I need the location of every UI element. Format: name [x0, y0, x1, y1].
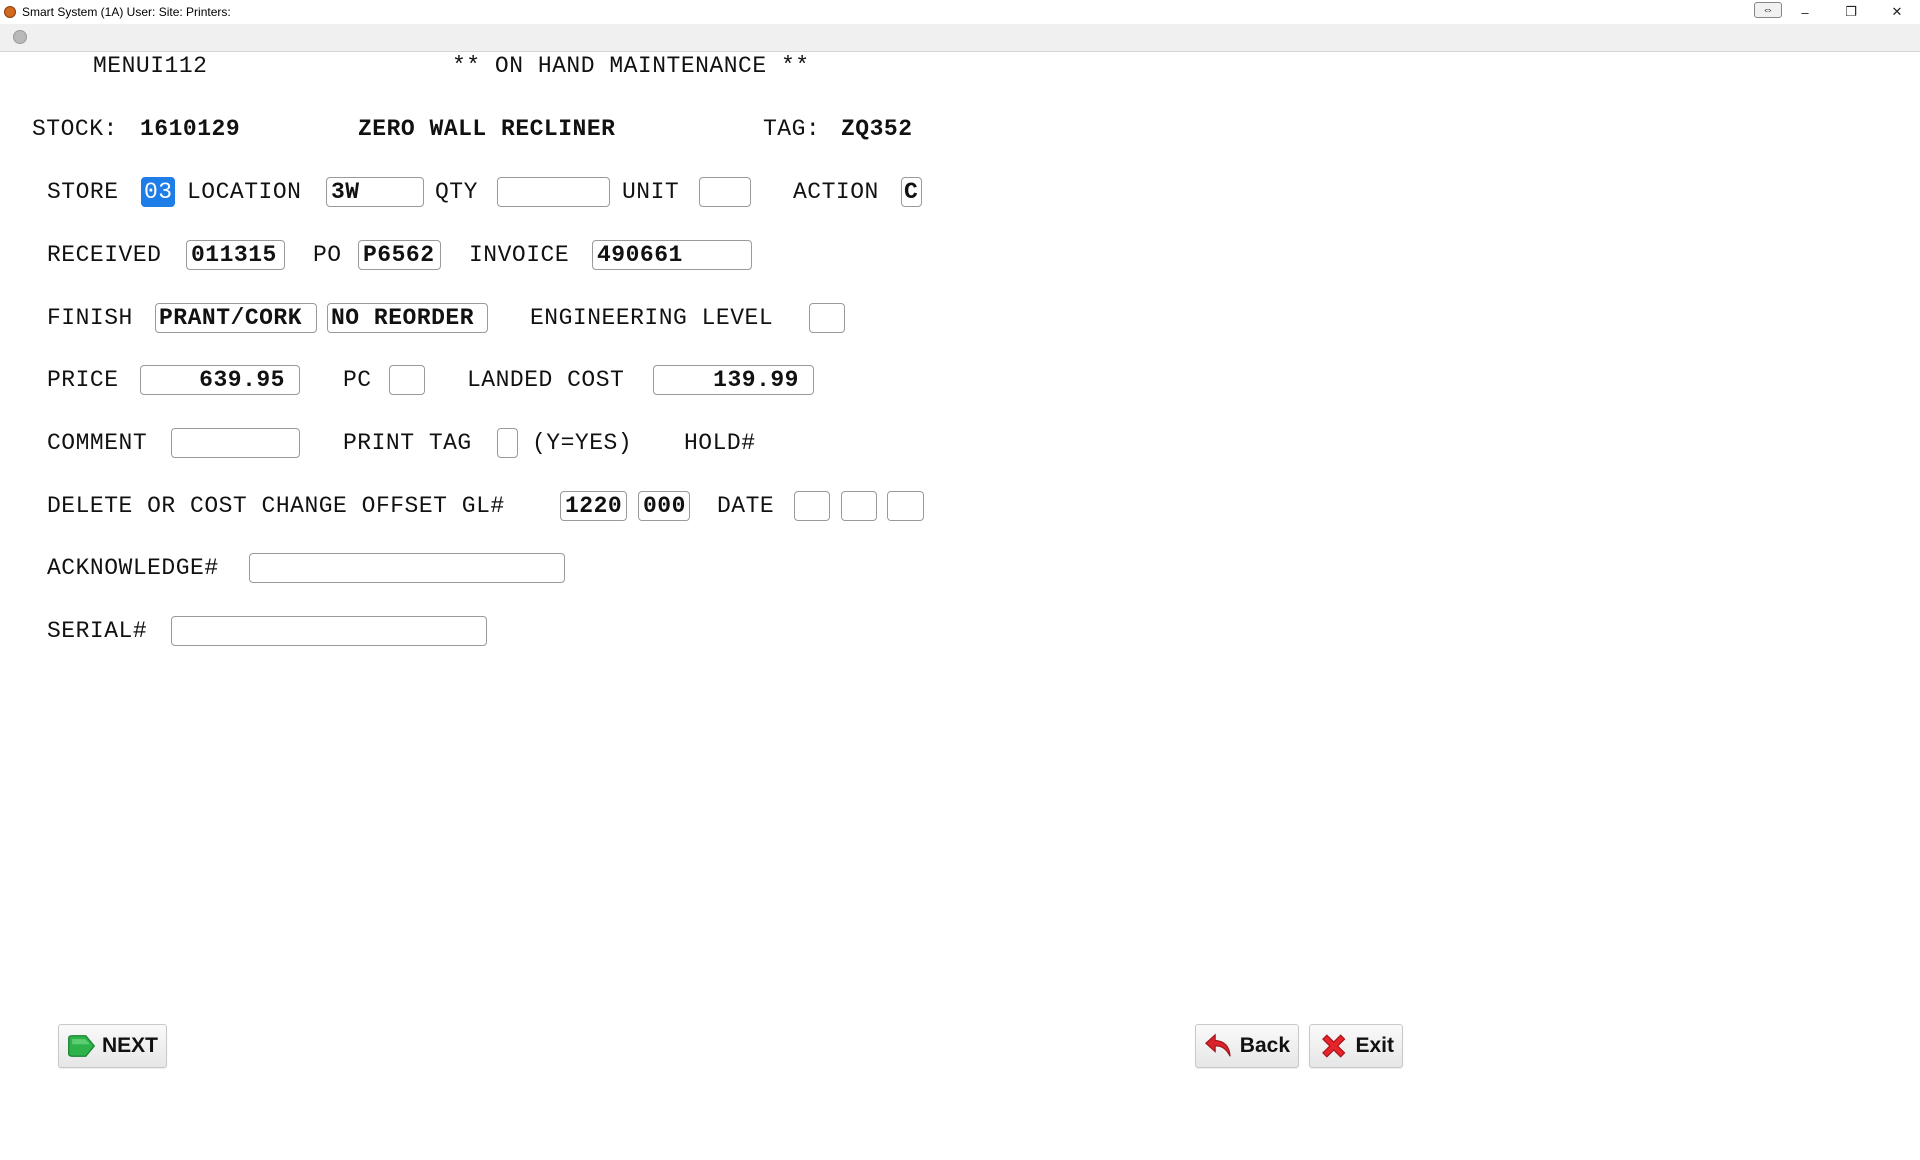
print-tag-field[interactable]: [497, 428, 518, 458]
price-field[interactable]: 639.95: [140, 365, 300, 395]
location-label: LOCATION: [187, 179, 302, 205]
po-field[interactable]: P6562: [358, 240, 441, 270]
po-label: PO: [313, 242, 342, 268]
menu-id: MENUI112: [93, 53, 208, 79]
finish-field[interactable]: PRANT/CORK: [155, 303, 317, 333]
store-field[interactable]: 03: [141, 177, 175, 207]
price-label: PRICE: [47, 367, 119, 393]
tag-value: ZQ352: [841, 116, 913, 142]
print-tag-label: PRINT TAG: [343, 430, 472, 456]
stock-number: 1610129: [140, 116, 241, 142]
tag-label: TAG:: [763, 116, 821, 142]
window-titlebar: Smart System (1A) User: Site: Printers: …: [0, 0, 1920, 24]
date-year-field[interactable]: [887, 491, 924, 521]
invoice-field[interactable]: 490661: [592, 240, 752, 270]
print-tag-hint: (Y=YES): [532, 430, 633, 456]
comment-label: COMMENT: [47, 430, 148, 456]
engineering-level-label: ENGINEERING LEVEL: [530, 305, 774, 331]
hold-label: HOLD#: [684, 430, 756, 456]
back-label: Back: [1239, 1034, 1290, 1057]
minimize-button[interactable]: –: [1782, 0, 1828, 24]
next-button[interactable]: NEXT: [58, 1024, 167, 1068]
resize-icon[interactable]: ⇔: [1754, 2, 1782, 18]
serial-field[interactable]: [171, 616, 487, 646]
acknowledge-field[interactable]: [249, 553, 565, 583]
screen-title: ** ON HAND MAINTENANCE **: [452, 53, 810, 79]
next-label: NEXT: [101, 1034, 158, 1057]
maximize-button[interactable]: ❐: [1828, 0, 1874, 24]
exit-x-icon: [1322, 1034, 1346, 1058]
stock-description: ZERO WALL RECLINER: [358, 116, 616, 142]
exit-label: Exit: [1355, 1034, 1394, 1057]
received-field[interactable]: 011315: [186, 240, 285, 270]
gl-subaccount-field[interactable]: 000: [638, 491, 690, 521]
finish-label: FINISH: [47, 305, 133, 331]
back-button[interactable]: Back: [1195, 1024, 1299, 1068]
unit-label: UNIT: [622, 179, 680, 205]
exit-button[interactable]: Exit: [1309, 1024, 1403, 1068]
reorder-field[interactable]: NO REORDER: [327, 303, 488, 333]
landed-cost-field[interactable]: 139.99: [653, 365, 814, 395]
qty-field[interactable]: [497, 177, 610, 207]
unit-field[interactable]: [699, 177, 751, 207]
serial-label: SERIAL#: [47, 618, 148, 644]
store-label: STORE: [47, 179, 119, 205]
date-label: DATE: [717, 493, 775, 519]
invoice-label: INVOICE: [469, 242, 570, 268]
next-arrow-icon: [68, 1035, 96, 1057]
comment-field[interactable]: [171, 428, 300, 458]
engineering-level-field[interactable]: [809, 303, 845, 333]
close-button[interactable]: ✕: [1874, 0, 1920, 24]
action-field[interactable]: C: [901, 177, 922, 207]
gl-account-field[interactable]: 1220: [560, 491, 627, 521]
stock-label: STOCK:: [32, 116, 118, 142]
pc-label: PC: [343, 367, 372, 393]
action-label: ACTION: [793, 179, 879, 205]
location-field[interactable]: 3W: [326, 177, 424, 207]
back-arrow-icon: [1205, 1033, 1231, 1057]
acknowledge-label: ACKNOWLEDGE#: [47, 555, 219, 581]
window-title: Smart System (1A) User: Site: Printers:: [22, 5, 231, 19]
landed-cost-label: LANDED COST: [467, 367, 625, 393]
gl-offset-label: DELETE OR COST CHANGE OFFSET GL#: [47, 493, 505, 519]
pc-field[interactable]: [389, 365, 425, 395]
globe-icon[interactable]: [13, 30, 27, 44]
toolbar: [0, 24, 1920, 52]
app-icon: [4, 6, 16, 18]
date-month-field[interactable]: [794, 491, 830, 521]
received-label: RECEIVED: [47, 242, 162, 268]
date-day-field[interactable]: [841, 491, 877, 521]
qty-label: QTY: [435, 179, 478, 205]
